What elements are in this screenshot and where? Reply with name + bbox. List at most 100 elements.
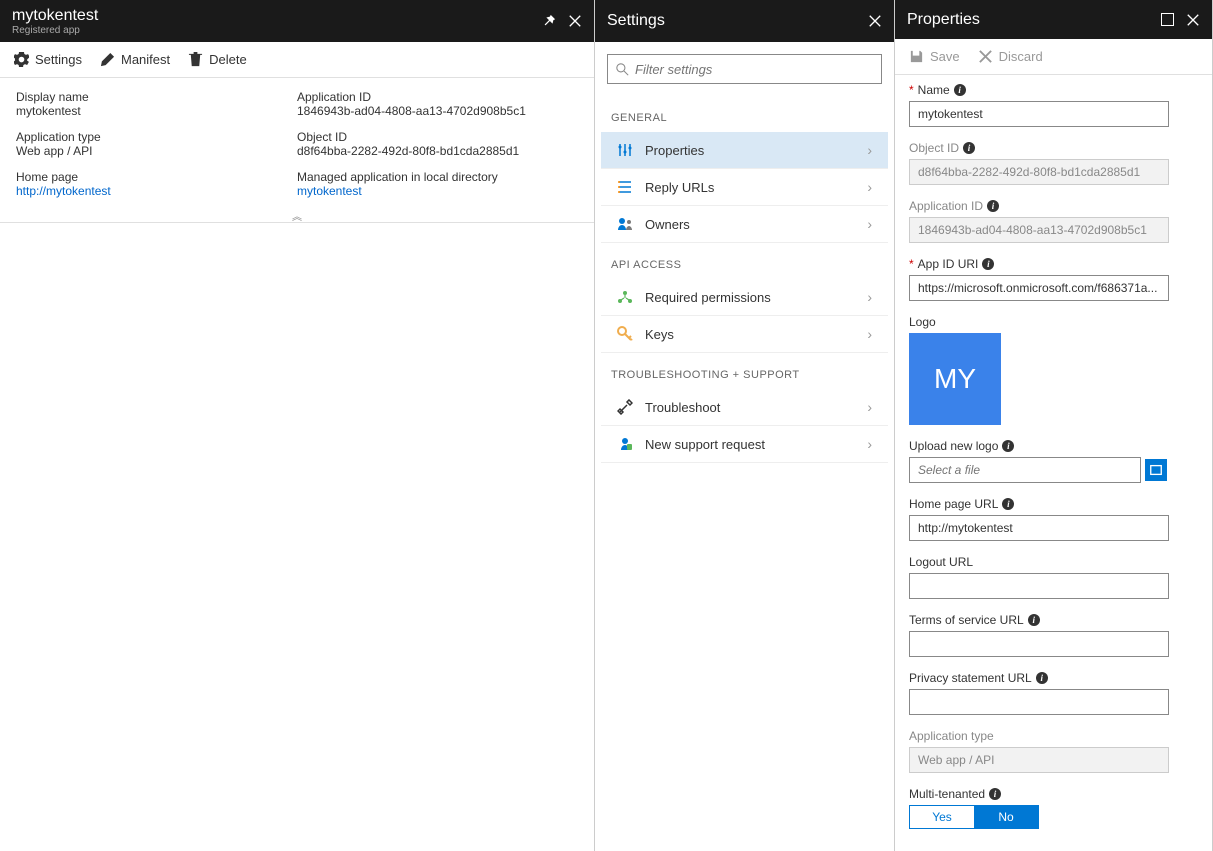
app-details: Display name mytokentest Application ID … [0,78,594,223]
delete-label: Delete [209,52,247,67]
settings-label: Settings [35,52,82,67]
search-icon [616,63,629,76]
tos-input[interactable] [909,631,1169,657]
logo-tile: MY [909,333,1001,425]
object-id-label: Object ID [909,141,959,155]
close-icon[interactable] [868,14,882,28]
object-id-label: Object ID [297,130,578,144]
save-button[interactable]: Save [909,49,960,64]
trash-icon [188,52,203,67]
info-icon[interactable]: i [989,788,1001,800]
home-url-label: Home page URL [909,497,998,511]
sliders-icon [617,142,633,158]
settings-panel: Settings GENERAL Properties › Reply URLs… [595,0,895,851]
pin-icon[interactable] [542,14,556,28]
app-id-uri-label: App ID URI [918,257,979,271]
setting-owners[interactable]: Owners › [601,206,888,243]
tos-label: Terms of service URL [909,613,1024,627]
settings-header: Settings [595,0,894,42]
display-name-value: mytokentest [16,104,297,118]
app-id-label: Application ID [297,90,578,104]
upload-logo-label: Upload new logo [909,439,998,453]
privacy-label: Privacy statement URL [909,671,1032,685]
chevron-right-icon: › [867,216,872,232]
section-api: API ACCESS [595,243,894,279]
info-icon[interactable]: i [987,200,999,212]
home-page-label: Home page [16,170,297,184]
gear-icon [14,52,29,67]
setting-owners-label: Owners [645,217,855,232]
chevron-right-icon: › [867,142,872,158]
manifest-label: Manifest [121,52,170,67]
upload-file-input[interactable] [909,457,1141,483]
info-icon[interactable]: i [982,258,994,270]
manifest-button[interactable]: Manifest [100,52,170,67]
home-page-link[interactable]: http://mytokentest [16,184,297,198]
app-id-label: Application ID [909,199,983,213]
properties-toolbar: Save Discard [895,39,1212,75]
chevron-right-icon: › [867,179,872,195]
setting-support-label: New support request [645,437,855,452]
info-icon[interactable]: i [1028,614,1040,626]
setting-new-support[interactable]: New support request › [601,426,888,463]
properties-panel: Properties Save Discard *Namei Object ID… [895,0,1213,851]
chevron-right-icon: › [867,326,872,342]
app-type-value: Web app / API [16,144,297,158]
app-title: mytokentest [12,7,98,25]
browse-file-button[interactable] [1145,459,1167,481]
managed-app-link[interactable]: mytokentest [297,184,578,198]
owners-icon [617,216,633,232]
info-icon[interactable]: i [1002,440,1014,452]
chevron-right-icon: › [867,399,872,415]
setting-properties[interactable]: Properties › [601,132,888,169]
object-id-input [909,159,1169,185]
discard-button[interactable]: Discard [978,49,1043,64]
delete-button[interactable]: Delete [188,52,247,67]
settings-title: Settings [607,12,665,30]
support-icon [617,436,633,452]
app-panel: mytokentest Registered app Settings Mani… [0,0,595,851]
properties-header: Properties [895,0,1212,39]
name-label: Name [918,83,950,97]
properties-title: Properties [907,11,980,29]
toggle-no[interactable]: No [974,806,1038,828]
logout-url-input[interactable] [909,573,1169,599]
info-icon[interactable]: i [1036,672,1048,684]
filter-input-field[interactable] [635,62,873,77]
object-id-value: d8f64bba-2282-492d-80f8-bd1cda2885d1 [297,144,578,158]
chevron-right-icon: › [867,289,872,305]
setting-reply-urls[interactable]: Reply URLs › [601,169,888,206]
save-icon [909,49,924,64]
app-header: mytokentest Registered app [0,0,594,42]
toggle-yes[interactable]: Yes [910,806,974,828]
setting-troubleshoot[interactable]: Troubleshoot › [601,389,888,426]
app-id-uri-input[interactable] [909,275,1169,301]
logo-label: Logo [909,315,936,329]
home-url-input[interactable] [909,515,1169,541]
info-icon[interactable]: i [963,142,975,154]
folder-icon [1149,463,1163,477]
setting-keys[interactable]: Keys › [601,316,888,353]
app-id-value: 1846943b-ad04-4808-aa13-4702d908b5c1 [297,104,578,118]
privacy-input[interactable] [909,689,1169,715]
save-label: Save [930,49,960,64]
maximize-icon[interactable] [1161,13,1174,26]
close-icon[interactable] [1186,13,1200,27]
setting-troubleshoot-label: Troubleshoot [645,400,855,415]
setting-required-permissions[interactable]: Required permissions › [601,279,888,316]
pencil-icon [100,52,115,67]
app-subtitle: Registered app [12,25,98,36]
collapse-icon[interactable]: ︽ [0,208,594,223]
multi-tenant-toggle[interactable]: Yes No [909,805,1039,829]
discard-icon [978,49,993,64]
close-icon[interactable] [568,14,582,28]
info-icon[interactable]: i [1002,498,1014,510]
permissions-icon [617,289,633,305]
name-input[interactable] [909,101,1169,127]
key-icon [617,326,633,342]
settings-button[interactable]: Settings [14,52,82,67]
chevron-right-icon: › [867,436,872,452]
info-icon[interactable]: i [954,84,966,96]
setting-permissions-label: Required permissions [645,290,855,305]
filter-settings-input[interactable] [607,54,882,84]
